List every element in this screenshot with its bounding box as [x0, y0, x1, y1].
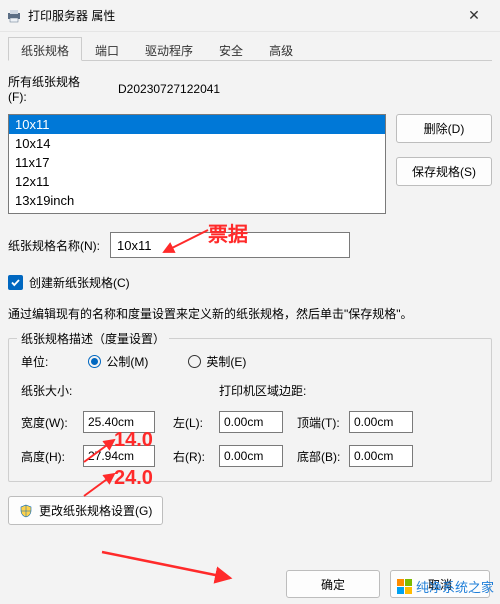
bottom-label: 底部(B):	[297, 448, 349, 465]
paper-size-label: 纸张大小:	[21, 382, 179, 399]
radio-imperial[interactable]: 英制(E)	[188, 353, 246, 370]
right-input[interactable]	[219, 445, 283, 467]
list-item[interactable]: 13x19inch	[9, 191, 385, 210]
list-item[interactable]: 12x11	[9, 172, 385, 191]
dialog-footer: 确定 取消	[0, 570, 500, 598]
radio-imperial-label: 英制(E)	[206, 353, 246, 370]
create-new-row: 创建新纸张规格(C)	[8, 274, 492, 291]
list-item[interactable]: 11x17	[9, 153, 385, 172]
right-label: 右(R):	[173, 448, 219, 465]
titlebar: 打印服务器 属性 ✕	[0, 0, 500, 32]
left-input[interactable]	[219, 411, 283, 433]
top-input[interactable]	[349, 411, 413, 433]
form-name-input[interactable]	[110, 232, 350, 258]
save-form-button[interactable]: 保存规格(S)	[396, 157, 492, 186]
change-settings-label: 更改纸张规格设置(G)	[39, 502, 152, 519]
radio-icon	[188, 355, 201, 368]
radio-icon	[88, 355, 101, 368]
top-label: 顶端(T):	[297, 414, 349, 431]
description-text: 通过编辑现有的名称和度量设置来定义新的纸张规格，然后单击"保存规格"。	[8, 305, 492, 324]
measurements-group: 纸张规格描述（度量设置） 单位: 公制(M) 英制(E) 纸张大小: 打印机区域…	[8, 338, 492, 482]
tab-security[interactable]: 安全	[206, 37, 256, 61]
form-name-label: 纸张规格名称(N):	[8, 237, 100, 254]
dialog-content: 纸张规格 端口 驱动程序 安全 高级 所有纸张规格(F): D202307271…	[0, 32, 500, 525]
list-item[interactable]: 10x14	[9, 134, 385, 153]
radio-metric[interactable]: 公制(M)	[88, 353, 148, 370]
window-title: 打印服务器 属性	[28, 7, 454, 24]
ok-button[interactable]: 确定	[286, 570, 380, 598]
change-settings-button[interactable]: 更改纸张规格设置(G)	[8, 496, 163, 525]
forms-listbox[interactable]: 10x11 10x14 11x17 12x11 13x19inch	[8, 114, 386, 214]
unit-row: 单位: 公制(M) 英制(E)	[21, 353, 479, 370]
list-item[interactable]: 10x11	[9, 115, 385, 134]
size-heading-row: 纸张大小: 打印机区域边距:	[21, 382, 479, 399]
form-name-row: 纸张规格名称(N):	[8, 232, 492, 258]
tab-drivers[interactable]: 驱动程序	[132, 37, 206, 61]
print-margin-label: 打印机区域边距:	[219, 382, 306, 399]
printer-icon	[6, 8, 22, 24]
group-legend: 纸张规格描述（度量设置）	[17, 330, 169, 347]
all-forms-label: 所有纸张规格(F):	[8, 73, 98, 104]
header-code: D20230727122041	[118, 82, 220, 96]
radio-metric-label: 公制(M)	[106, 353, 148, 370]
unit-label: 单位:	[21, 353, 48, 370]
close-button[interactable]: ✕	[454, 0, 494, 32]
tab-forms[interactable]: 纸张规格	[8, 37, 82, 61]
left-label: 左(L):	[173, 414, 219, 431]
width-label: 宽度(W):	[21, 414, 83, 431]
tab-ports[interactable]: 端口	[82, 37, 132, 61]
create-new-checkbox[interactable]	[8, 275, 23, 290]
create-new-label: 创建新纸张规格(C)	[29, 274, 130, 291]
bottom-input[interactable]	[349, 445, 413, 467]
close-icon: ✕	[468, 7, 480, 24]
height-input[interactable]	[83, 445, 155, 467]
check-icon	[10, 277, 21, 288]
cancel-button[interactable]: 取消	[390, 570, 490, 598]
delete-button[interactable]: 删除(D)	[396, 114, 492, 143]
height-label: 高度(H):	[21, 448, 83, 465]
tab-bar: 纸张规格 端口 驱动程序 安全 高级	[8, 36, 492, 61]
width-input[interactable]	[83, 411, 155, 433]
shield-icon	[19, 504, 33, 518]
tab-advanced[interactable]: 高级	[256, 37, 306, 61]
all-forms-row: 所有纸张规格(F): D20230727122041	[8, 73, 492, 104]
